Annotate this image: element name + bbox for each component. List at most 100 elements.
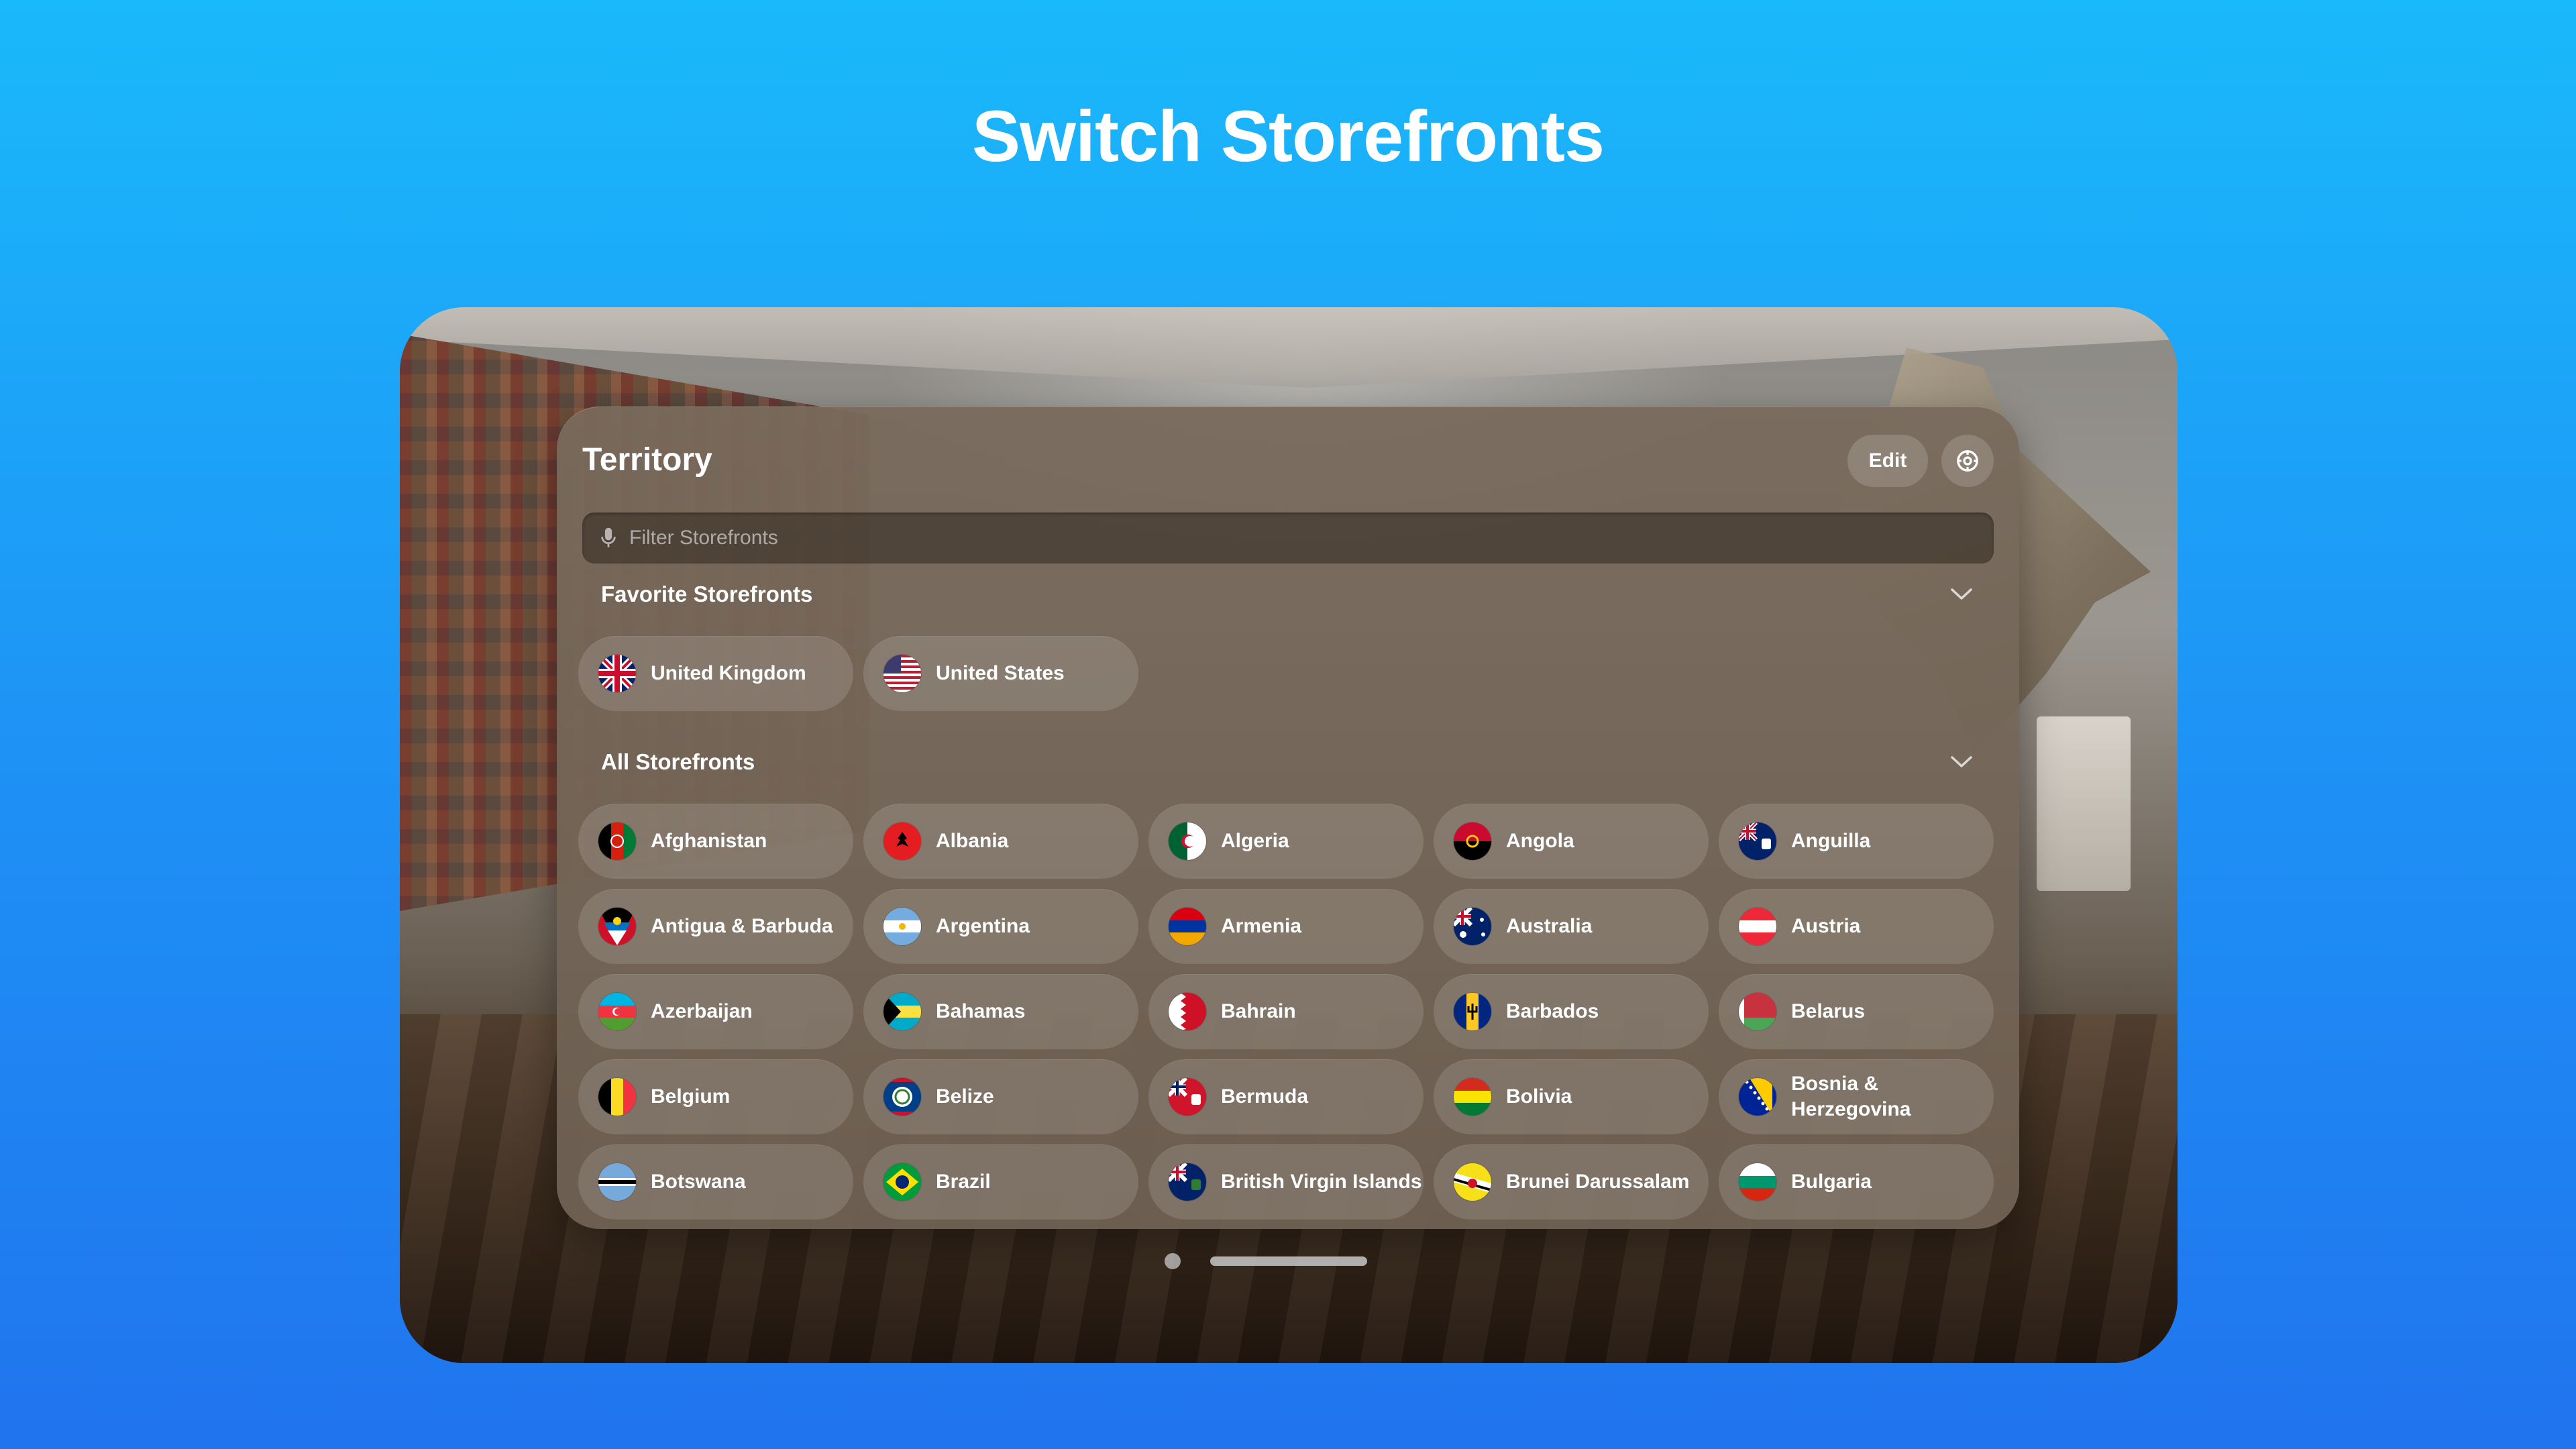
all-section-header[interactable]: All Storefronts — [601, 742, 1975, 782]
storefront-label: Bolivia — [1506, 1085, 1572, 1108]
flag-icon — [883, 908, 921, 945]
storefront-chip-anguilla[interactable]: Anguilla — [1719, 804, 1994, 879]
storefront-label: Armenia — [1221, 915, 1302, 937]
storefront-chip-bahrain[interactable]: Bahrain — [1148, 974, 1424, 1049]
storefront-label: Bulgaria — [1791, 1171, 1872, 1193]
window-grabber[interactable] — [1210, 1256, 1367, 1266]
storefront-chip-barbados[interactable]: Barbados — [1434, 974, 1709, 1049]
storefront-label: Argentina — [936, 915, 1030, 937]
flag-icon — [1739, 993, 1776, 1030]
flag-icon — [1454, 1078, 1491, 1116]
storefront-chip-azerbaijan[interactable]: Azerbaijan — [578, 974, 853, 1049]
storefront-chip-botswana[interactable]: Botswana — [578, 1144, 853, 1220]
favorites-section-title: Favorite Storefronts — [601, 582, 813, 606]
filter-input[interactable] — [629, 527, 1904, 549]
settings-button[interactable] — [1941, 435, 1994, 487]
flag-icon — [1454, 993, 1491, 1030]
storefront-chip-angola[interactable]: Angola — [1434, 804, 1709, 879]
territory-window: Territory Edit Favorite Storefronts — [557, 407, 2019, 1229]
storefront-chip-australia[interactable]: Australia — [1434, 889, 1709, 964]
storefront-chip-albania[interactable]: Albania — [863, 804, 1138, 879]
storefront-label: Australia — [1506, 915, 1593, 937]
storefront-label: United States — [936, 662, 1065, 684]
page-indicator-dot[interactable] — [1165, 1253, 1181, 1269]
flag-icon — [598, 908, 636, 945]
chevron-down-icon[interactable] — [1948, 749, 1975, 775]
favorite-chip-united-states[interactable]: United States — [863, 636, 1138, 711]
flag-icon — [1454, 1163, 1491, 1201]
storefront-label: Bermuda — [1221, 1085, 1309, 1108]
flag-icon — [1169, 908, 1206, 945]
flag-icon — [1169, 822, 1206, 860]
storefront-chip-bahamas[interactable]: Bahamas — [863, 974, 1138, 1049]
microphone-icon[interactable] — [600, 527, 617, 549]
promo-title: Switch Storefronts — [971, 95, 1605, 176]
storefront-chip-brazil[interactable]: Brazil — [863, 1144, 1138, 1220]
storefront-label: Angola — [1506, 830, 1574, 852]
chevron-down-icon[interactable] — [1948, 581, 1975, 608]
flag-icon — [1454, 822, 1491, 860]
flag-icon — [883, 655, 921, 692]
storefront-label: Afghanistan — [651, 830, 767, 852]
storefront-label: Barbados — [1506, 1000, 1599, 1022]
edit-button[interactable]: Edit — [1847, 435, 1928, 487]
storefront-chip-bolivia[interactable]: Bolivia — [1434, 1059, 1709, 1134]
storefront-label: Azerbaijan — [651, 1000, 753, 1022]
storefront-label: Antigua & Barbuda — [651, 915, 833, 937]
all-section-title: All Storefronts — [601, 749, 755, 774]
flag-icon — [1739, 908, 1776, 945]
storefront-chip-austria[interactable]: Austria — [1719, 889, 1994, 964]
favorites-section-header[interactable]: Favorite Storefronts — [601, 574, 1975, 614]
storefront-chip-brunei-darussalam[interactable]: Brunei Darussalam — [1434, 1144, 1709, 1220]
storefront-chip-bermuda[interactable]: Bermuda — [1148, 1059, 1424, 1134]
storefront-label: Austria — [1791, 915, 1861, 937]
storefront-label: Botswana — [651, 1171, 746, 1193]
gear-icon — [1957, 450, 1978, 472]
flag-icon — [883, 1163, 921, 1201]
storefront-label: Albania — [936, 830, 1009, 852]
flag-icon — [883, 1078, 921, 1116]
flag-icon — [1169, 1163, 1206, 1201]
storefront-chip-bosnia-herzegovina[interactable]: Bosnia & Herzegovina — [1719, 1059, 1994, 1134]
flag-icon — [1169, 993, 1206, 1030]
storefront-label: Anguilla — [1791, 830, 1871, 852]
storefront-chip-bulgaria[interactable]: Bulgaria — [1719, 1144, 1994, 1220]
favorite-chip-united-kingdom[interactable]: United Kingdom — [578, 636, 853, 711]
pedestal — [2037, 716, 2131, 891]
storefront-label: Algeria — [1221, 830, 1289, 852]
storefront-label: Belgium — [651, 1085, 731, 1108]
storefront-chip-belarus[interactable]: Belarus — [1719, 974, 1994, 1049]
storefront-label: Brazil — [936, 1171, 991, 1193]
storefront-chip-algeria[interactable]: Algeria — [1148, 804, 1424, 879]
storefront-label: Bosnia & Herzegovina — [1791, 1073, 1911, 1120]
filter-field[interactable] — [582, 513, 1994, 564]
flag-icon — [598, 993, 636, 1030]
storefront-chip-belize[interactable]: Belize — [863, 1059, 1138, 1134]
flag-icon — [1739, 822, 1776, 860]
storefront-chip-afghanistan[interactable]: Afghanistan — [578, 804, 853, 879]
flag-icon — [598, 1078, 636, 1116]
window-header: Territory Edit — [582, 435, 1994, 488]
storefront-label: Brunei Darussalam — [1506, 1171, 1690, 1193]
storefront-label: Belize — [936, 1085, 994, 1108]
storefront-label: United Kingdom — [651, 662, 806, 684]
storefront-label: Bahamas — [936, 1000, 1026, 1022]
flag-icon — [598, 822, 636, 860]
storefront-chip-belgium[interactable]: Belgium — [578, 1059, 853, 1134]
storefront-chip-argentina[interactable]: Argentina — [863, 889, 1138, 964]
flag-icon — [598, 655, 636, 692]
flag-icon — [1739, 1078, 1776, 1116]
storefront-label: British Virgin Islands — [1221, 1171, 1422, 1193]
flag-icon — [1739, 1163, 1776, 1201]
storefront-chip-antigua-barbuda[interactable]: Antigua & Barbuda — [578, 889, 853, 964]
storefront-chip-armenia[interactable]: Armenia — [1148, 889, 1424, 964]
storefront-label: Belarus — [1791, 1000, 1866, 1022]
flag-icon — [1169, 1078, 1206, 1116]
flag-icon — [883, 822, 921, 860]
window-title: Territory — [582, 442, 712, 478]
storefront-chip-british-virgin-islands[interactable]: British Virgin Islands — [1148, 1144, 1424, 1220]
flag-icon — [883, 993, 921, 1030]
device-frame: Territory Edit Favorite Storefronts — [400, 307, 2178, 1363]
flag-icon — [598, 1163, 636, 1201]
flag-icon — [1454, 908, 1491, 945]
